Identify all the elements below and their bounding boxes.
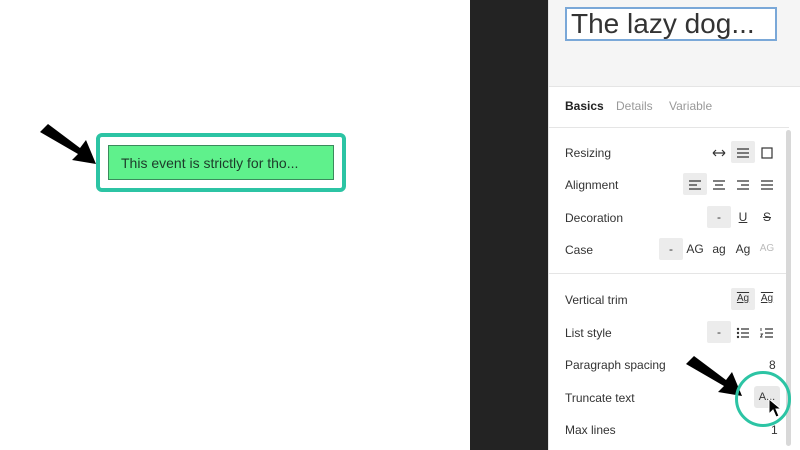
section-divider: [549, 273, 789, 274]
text-layer[interactable]: This event is strictly for tho...: [108, 145, 334, 180]
text-preview-box[interactable]: The lazy dog...: [565, 7, 777, 41]
case-lower-button[interactable]: ag: [707, 238, 731, 260]
truncate-text-label: Truncate text: [565, 391, 635, 405]
decoration-none-button[interactable]: -: [707, 206, 731, 228]
tab-details[interactable]: Details: [616, 99, 653, 113]
decoration-label: Decoration: [565, 211, 624, 225]
decoration-strikethrough-button[interactable]: S: [755, 206, 779, 228]
mouse-cursor-icon: [768, 397, 783, 418]
resizing-label: Resizing: [565, 146, 612, 160]
align-center-icon[interactable]: [707, 173, 731, 195]
vertical-trim-cap-button[interactable]: Ag: [755, 288, 779, 310]
text-layer-content: This event is strictly for tho...: [121, 155, 299, 171]
tab-basics[interactable]: Basics: [565, 99, 604, 113]
case-none-button[interactable]: -: [659, 238, 683, 260]
resize-auto-height-icon[interactable]: [731, 141, 755, 163]
resize-auto-width-icon[interactable]: [707, 141, 731, 163]
tabs-divider: [549, 127, 789, 128]
align-right-icon[interactable]: [731, 173, 755, 195]
case-upper-button[interactable]: AG: [683, 238, 707, 260]
align-justify-icon[interactable]: [755, 173, 779, 195]
case-smallcaps-button[interactable]: AG: [755, 238, 779, 260]
paragraph-spacing-label: Paragraph spacing: [565, 358, 666, 372]
paragraph-spacing-value[interactable]: 8: [769, 358, 776, 372]
list-style-none-button[interactable]: -: [707, 321, 731, 343]
case-title-button[interactable]: Ag: [731, 238, 755, 260]
decoration-underline-button[interactable]: U: [731, 206, 755, 228]
case-label: Case: [565, 243, 594, 257]
max-lines-label: Max lines: [565, 423, 616, 437]
text-preview-content: The lazy dog...: [571, 8, 755, 39]
text-preview-area: The lazy dog...: [549, 0, 800, 87]
pointer-arrow-icon: [38, 120, 98, 180]
align-left-icon[interactable]: [683, 173, 707, 195]
resize-fixed-icon[interactable]: [755, 141, 779, 163]
list-style-label: List style: [565, 326, 612, 340]
vertical-trim-label: Vertical trim: [565, 293, 628, 307]
alignment-label: Alignment: [565, 178, 619, 192]
vertical-trim-standard-button[interactable]: Ag: [731, 288, 755, 310]
design-canvas[interactable]: This event is strictly for tho...: [0, 0, 470, 450]
selected-text-frame[interactable]: This event is strictly for tho...: [96, 133, 346, 192]
numbered-list-icon[interactable]: [755, 321, 779, 343]
canvas-gutter: [470, 0, 548, 450]
bulleted-list-icon[interactable]: [731, 321, 755, 343]
tab-variable[interactable]: Variable: [669, 99, 712, 113]
